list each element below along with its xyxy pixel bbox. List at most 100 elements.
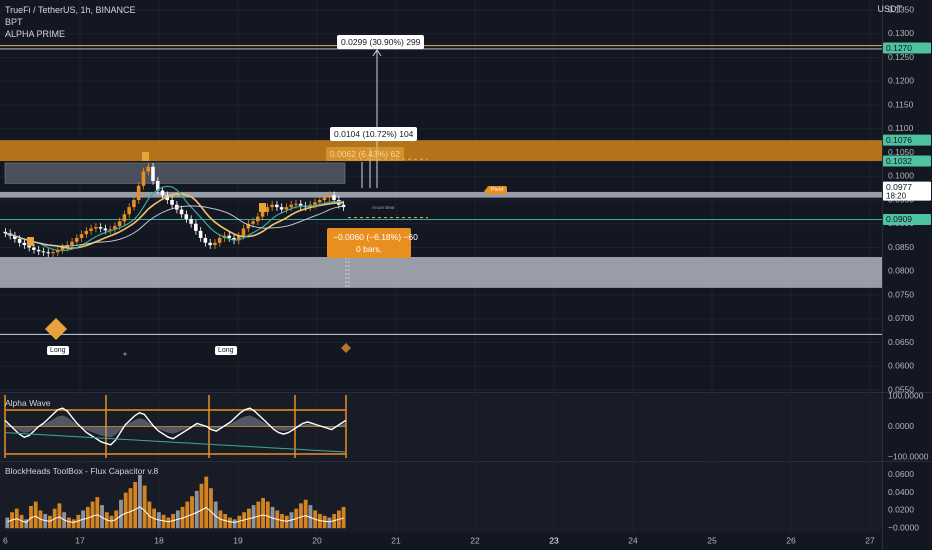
volume-bar	[199, 483, 204, 529]
pivot-marker	[27, 237, 34, 246]
faded-measure-label: 0.0062 (6.43%) 62	[326, 147, 404, 161]
volume-bar	[341, 506, 346, 529]
time-tick-label: 17	[75, 535, 85, 545]
time-tick-label: 24	[628, 535, 638, 545]
price-tick-label: 0.0750	[888, 289, 914, 299]
time-tick-label: 26	[786, 535, 796, 545]
price-tick-label: 0.0800	[888, 266, 914, 276]
chart-header: TrueFi / TetherUS, 1h, BINANCE BPT ALPHA…	[5, 4, 136, 40]
volume-bar	[48, 515, 52, 529]
indicator-alpha-prime-label[interactable]: ALPHA PRIME	[5, 28, 136, 40]
candle-body	[270, 204, 274, 208]
candle-body	[332, 195, 336, 200]
candle-body	[79, 234, 84, 238]
candle-body	[189, 219, 193, 224]
price-tick-label: 0.1100	[888, 123, 914, 133]
volume-bar	[95, 497, 100, 529]
consolidation-box	[4, 162, 346, 184]
candle-body	[70, 241, 74, 246]
price-tag-label: 0.1076	[886, 135, 912, 145]
volume-bar	[71, 519, 76, 529]
time-tick-label: 27	[865, 535, 875, 545]
volume-bar	[109, 515, 114, 529]
target-measure-label: 0.0299 (30.90%) 299	[337, 35, 425, 49]
candle-body	[151, 166, 155, 181]
volume-bar	[227, 517, 232, 529]
currency-label[interactable]: USDT	[878, 4, 903, 14]
candle-body	[41, 251, 46, 253]
candle-body	[275, 204, 279, 208]
candle-body	[217, 238, 222, 243]
candle-body	[317, 200, 322, 203]
long-signal-label: Long	[47, 346, 69, 355]
moving-average-line	[5, 193, 344, 250]
support-band	[0, 191, 882, 198]
candle-body	[36, 249, 41, 252]
volume-bar	[138, 474, 142, 529]
candle-body	[132, 200, 136, 208]
price-tick-label: 0.0650	[888, 337, 914, 347]
candle-body	[146, 166, 150, 172]
candle-body	[241, 228, 246, 236]
candle-body	[160, 190, 165, 196]
time-tick-label: 20	[312, 535, 322, 545]
drop-bars-label: 0 bars,	[356, 244, 382, 254]
candle-body	[179, 209, 184, 215]
volume-tick-label: 0.0200	[888, 505, 914, 515]
price-tick-label: 0.0600	[888, 361, 914, 371]
candle-body	[94, 227, 98, 229]
symbol-title[interactable]: TrueFi / TetherUS, 1h, BINANCE	[5, 4, 136, 16]
oscillator-tick-label: 0.0000	[888, 421, 914, 431]
oscillator-tick-label: 100.0000	[888, 390, 924, 400]
candle-body	[208, 242, 212, 246]
candle-body	[279, 207, 284, 210]
candle-body	[141, 171, 146, 186]
candle-body	[136, 185, 141, 200]
candle-body	[127, 207, 131, 215]
candle-body	[84, 230, 89, 235]
long-signal-diamond	[45, 318, 67, 340]
oscillator-pane-title[interactable]: Alpha Wave	[5, 398, 51, 408]
volume-bar	[166, 517, 171, 529]
time-tick-label: 22	[470, 535, 480, 545]
volume-bar	[66, 517, 71, 529]
volume-bar	[209, 488, 213, 529]
candle-body	[17, 238, 22, 243]
drop-measure-box: −0.0060 (−6.18%) −60 0 bars,	[327, 228, 418, 258]
indicator-bpt-label[interactable]: BPT	[5, 16, 136, 28]
price-tick-label: 0.1200	[888, 76, 914, 86]
drop-measure-label: −0.0060 (−6.18%) −60	[333, 232, 418, 242]
pivot-marker	[142, 152, 149, 161]
time-tick-label: 6	[3, 535, 8, 545]
volume-pane-title[interactable]: BlockHeads ToolBox - Flux Capacitor v.8	[5, 466, 158, 476]
volume-bar	[57, 503, 62, 529]
signal-diamond	[341, 343, 351, 353]
candle-body	[74, 238, 79, 242]
signal-diamond	[123, 352, 127, 356]
volume-bar	[265, 501, 270, 529]
candle-body	[89, 228, 93, 231]
time-tick-label: 21	[391, 535, 401, 545]
candle-body	[46, 252, 50, 254]
candle-body	[51, 252, 55, 254]
pivot-marker	[259, 203, 266, 212]
candle-body	[313, 202, 317, 205]
volume-bar	[322, 515, 327, 529]
price-tick-label: 0.0700	[888, 313, 914, 323]
candle-body	[170, 200, 174, 205]
candle-body	[198, 230, 203, 238]
volume-bar	[90, 501, 95, 529]
mid-measure-label: 0.0104 (10.72%) 104	[330, 127, 418, 141]
volume-bar	[284, 515, 289, 529]
demand-zone	[0, 257, 882, 288]
volume-bar	[133, 482, 138, 529]
volume-bar	[256, 501, 261, 529]
volume-tick-label: −0.0000	[888, 522, 919, 532]
candle-body	[322, 197, 327, 200]
volume-bar	[299, 503, 303, 529]
volume-bar	[123, 492, 128, 529]
price-tag-time: 18:20	[886, 191, 907, 200]
candle-body	[22, 242, 27, 246]
candle-body	[194, 223, 198, 231]
candle-body	[184, 214, 189, 219]
